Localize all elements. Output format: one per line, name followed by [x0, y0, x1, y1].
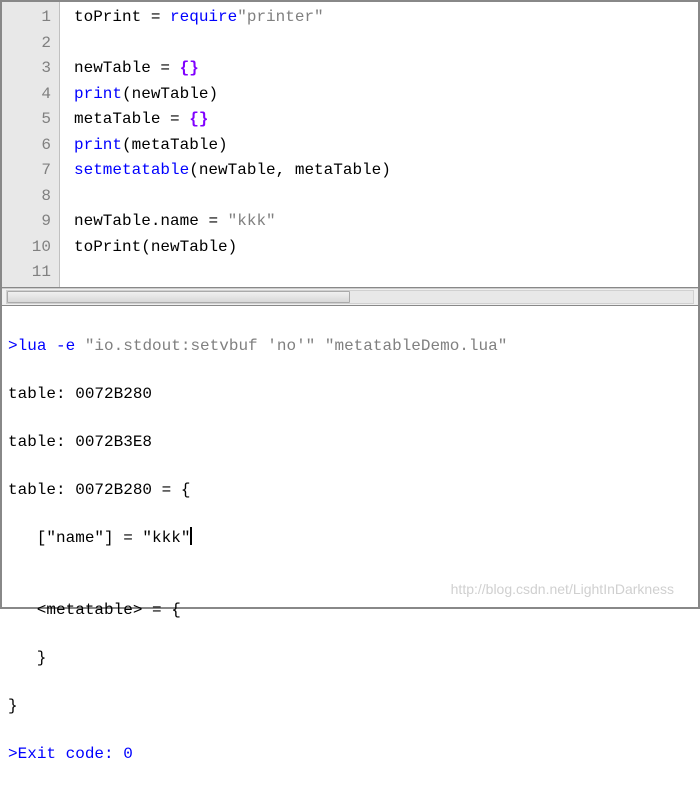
prompt-char: >	[8, 745, 18, 763]
code-token: =	[208, 212, 227, 230]
text-cursor	[190, 527, 192, 545]
code-line[interactable]: toPrint(newTable)	[74, 235, 694, 261]
code-token: =	[151, 8, 170, 26]
code-line[interactable]	[74, 184, 694, 210]
code-token: (	[122, 85, 132, 103]
exit-code-text: Exit code: 0	[18, 745, 133, 763]
code-token: newTable	[74, 59, 160, 77]
code-line[interactable]: newTable.name = "kkk"	[74, 209, 694, 235]
console-space	[315, 337, 325, 355]
line-gutter: 1234567891011	[2, 2, 60, 287]
line-number: 1	[2, 5, 51, 31]
console-exit-line: >Exit code: 0	[8, 742, 692, 766]
console-output-line: ["name"] = "kkk"	[8, 526, 692, 550]
code-token: ,	[276, 161, 295, 179]
code-token: newTable	[199, 161, 276, 179]
code-token: {}	[189, 110, 208, 128]
code-token: metaTable	[74, 110, 170, 128]
code-token: metaTable	[295, 161, 381, 179]
output-console[interactable]: >lua -e "io.stdout:setvbuf 'no'" "metata…	[2, 306, 698, 794]
code-token: .	[151, 212, 161, 230]
line-number: 10	[2, 235, 51, 261]
code-token: {}	[180, 59, 199, 77]
code-token: newTable	[132, 85, 209, 103]
code-line[interactable]: setmetatable(newTable, metaTable)	[74, 158, 694, 184]
code-token: "printer"	[237, 8, 323, 26]
console-arg1: "io.stdout:setvbuf 'no'"	[85, 337, 315, 355]
code-token: print	[74, 136, 122, 154]
console-command-line: >lua -e "io.stdout:setvbuf 'no'" "metata…	[8, 334, 692, 358]
code-line[interactable]	[74, 260, 694, 286]
line-number: 11	[2, 260, 51, 286]
horizontal-scrollbar[interactable]	[2, 288, 698, 306]
console-output-line: table: 0072B3E8	[8, 430, 692, 454]
code-token: require	[170, 8, 237, 26]
code-line[interactable]: newTable = {}	[74, 56, 694, 82]
line-number: 3	[2, 56, 51, 82]
line-number: 6	[2, 133, 51, 159]
line-number: 9	[2, 209, 51, 235]
line-number: 8	[2, 184, 51, 210]
code-token: newTable	[151, 238, 228, 256]
code-token: toPrint	[74, 238, 141, 256]
code-line[interactable]: print(metaTable)	[74, 133, 694, 159]
code-token: (	[122, 136, 132, 154]
console-output-line: table: 0072B280 = {	[8, 478, 692, 502]
console-output-line: table: 0072B280	[8, 382, 692, 406]
code-line[interactable]	[74, 31, 694, 57]
code-token: =	[170, 110, 189, 128]
code-token: (	[141, 238, 151, 256]
line-number: 4	[2, 82, 51, 108]
console-output-line: }	[8, 646, 692, 670]
code-token: (	[189, 161, 199, 179]
code-token: )	[218, 136, 228, 154]
code-token: print	[74, 85, 122, 103]
code-token: metaTable	[132, 136, 218, 154]
code-area[interactable]: toPrint = require"printer"newTable = {}p…	[60, 2, 698, 287]
console-output-line: }	[8, 694, 692, 718]
console-exe: lua -e	[18, 337, 85, 355]
code-token: =	[160, 59, 179, 77]
scrollbar-track[interactable]	[6, 290, 694, 304]
line-number: 7	[2, 158, 51, 184]
code-token: toPrint	[74, 8, 151, 26]
code-editor[interactable]: 1234567891011 toPrint = require"printer"…	[2, 2, 698, 288]
code-line[interactable]: metaTable = {}	[74, 107, 694, 133]
prompt-char: >	[8, 337, 18, 355]
line-number: 2	[2, 31, 51, 57]
code-token: )	[381, 161, 391, 179]
scrollbar-thumb[interactable]	[7, 291, 350, 303]
code-token: name	[160, 212, 208, 230]
code-token: setmetatable	[74, 161, 189, 179]
code-line[interactable]: print(newTable)	[74, 82, 694, 108]
code-line[interactable]: toPrint = require"printer"	[74, 5, 694, 31]
console-output-line: <metatable> = {	[8, 598, 692, 622]
code-token: "kkk"	[228, 212, 276, 230]
code-token: newTable	[74, 212, 151, 230]
code-token: )	[228, 238, 238, 256]
code-token: )	[208, 85, 218, 103]
line-number: 5	[2, 107, 51, 133]
console-arg2: "metatableDemo.lua"	[325, 337, 507, 355]
